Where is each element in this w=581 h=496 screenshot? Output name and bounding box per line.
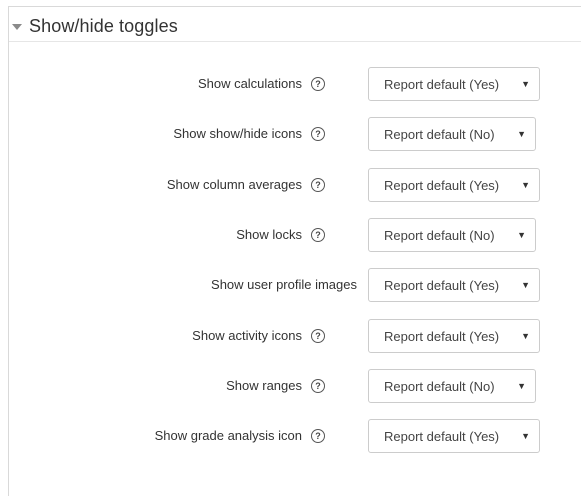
select-value: Report default (Yes) bbox=[384, 428, 500, 444]
setting-label: Show user profile images bbox=[211, 268, 357, 302]
collapse-caret-icon[interactable] bbox=[12, 24, 22, 30]
setting-label-text: Show grade analysis icon bbox=[154, 428, 302, 443]
setting-label: Show locks? bbox=[236, 218, 325, 252]
caret-down-icon: ▼ bbox=[521, 79, 530, 89]
setting-select[interactable]: Report default (Yes) ▼ bbox=[368, 268, 540, 302]
setting-row: Show column averages? Report default (Yes… bbox=[0, 168, 581, 202]
setting-label: Show grade analysis icon? bbox=[155, 419, 325, 453]
setting-label-text: Show show/hide icons bbox=[173, 126, 302, 141]
setting-label-text: Show ranges bbox=[226, 378, 302, 393]
section-header[interactable]: Show/hide toggles bbox=[8, 11, 178, 41]
setting-label: Show activity icons? bbox=[192, 319, 325, 353]
caret-down-icon: ▼ bbox=[517, 129, 526, 139]
select-value: Report default (Yes) bbox=[384, 177, 500, 193]
caret-down-icon: ▼ bbox=[517, 230, 526, 240]
select-value: Report default (No) bbox=[384, 227, 495, 243]
setting-select[interactable]: Report default (Yes) ▼ bbox=[368, 319, 540, 353]
setting-row: Show grade analysis icon? Report default … bbox=[0, 419, 581, 453]
setting-label-text: Show activity icons bbox=[192, 328, 302, 343]
setting-select[interactable]: Report default (Yes) ▼ bbox=[368, 419, 540, 453]
setting-label: Show show/hide icons? bbox=[173, 117, 325, 151]
caret-down-icon: ▼ bbox=[521, 180, 530, 190]
caret-down-icon: ▼ bbox=[521, 280, 530, 290]
help-icon[interactable]: ? bbox=[311, 77, 325, 91]
setting-select[interactable]: Report default (No) ▼ bbox=[368, 218, 536, 252]
select-value: Report default (Yes) bbox=[384, 328, 500, 344]
setting-select[interactable]: Report default (No) ▼ bbox=[368, 117, 536, 151]
help-icon[interactable]: ? bbox=[311, 379, 325, 393]
caret-down-icon: ▼ bbox=[521, 431, 530, 441]
setting-label-text: Show column averages bbox=[166, 177, 302, 192]
select-value: Report default (No) bbox=[384, 126, 495, 142]
setting-label-text: Show locks bbox=[236, 227, 302, 242]
select-value: Report default (Yes) bbox=[384, 277, 500, 293]
setting-row: Show user profile images Report default (… bbox=[0, 268, 581, 302]
section-title: Show/hide toggles bbox=[29, 15, 178, 36]
setting-row: Show activity icons? Report default (Yes)… bbox=[0, 319, 581, 353]
help-icon[interactable]: ? bbox=[311, 329, 325, 343]
setting-row: Show calculations? Report default (Yes) ▼ bbox=[0, 67, 581, 101]
setting-label-text: Show user profile images bbox=[211, 277, 357, 292]
setting-label-text: Show calculations bbox=[197, 76, 302, 91]
setting-label: Show ranges? bbox=[226, 369, 325, 403]
section-divider bbox=[9, 41, 581, 42]
help-icon[interactable]: ? bbox=[311, 127, 325, 141]
setting-select[interactable]: Report default (No) ▼ bbox=[368, 369, 536, 403]
help-icon[interactable]: ? bbox=[311, 228, 325, 242]
setting-label: Show calculations? bbox=[198, 67, 325, 101]
setting-select[interactable]: Report default (Yes) ▼ bbox=[368, 67, 540, 101]
setting-row: Show ranges? Report default (No) ▼ bbox=[0, 369, 581, 403]
caret-down-icon: ▼ bbox=[521, 331, 530, 341]
caret-down-icon: ▼ bbox=[517, 381, 526, 391]
setting-label: Show column averages? bbox=[167, 168, 325, 202]
select-value: Report default (No) bbox=[384, 378, 495, 394]
help-icon[interactable]: ? bbox=[311, 178, 325, 192]
help-icon[interactable]: ? bbox=[311, 429, 325, 443]
setting-row: Show show/hide icons? Report default (No)… bbox=[0, 117, 581, 151]
setting-row: Show locks? Report default (No) ▼ bbox=[0, 218, 581, 252]
select-value: Report default (Yes) bbox=[384, 76, 500, 92]
setting-select[interactable]: Report default (Yes) ▼ bbox=[368, 168, 540, 202]
